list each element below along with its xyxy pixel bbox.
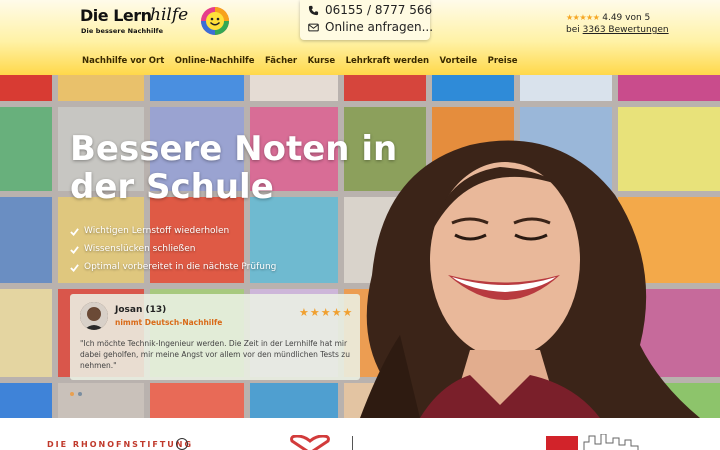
benefit-label: Wissenslücken schließen (84, 244, 196, 254)
inquiry-link[interactable]: Online anfragen... (308, 20, 433, 34)
nav-item-faecher[interactable]: Fächer (265, 56, 297, 66)
nav-item-nachhilfe-vor-ort[interactable]: Nachhilfe vor Ort (82, 56, 164, 66)
phone-link[interactable]: 06155 / 8777 566 (308, 3, 432, 17)
nav-item-online-nachhilfe[interactable]: Online-Nachhilfe (175, 56, 255, 66)
check-icon (70, 263, 79, 272)
slider-dot-active[interactable] (70, 392, 74, 396)
benefit-item: Optimal vorbereitet in die nächste Prüfu… (70, 258, 276, 276)
nav-item-preise[interactable]: Preise (488, 56, 518, 66)
benefit-item: Wissenslücken schließen (70, 240, 276, 258)
partner-strip: DIE RHONOFNSTIFTUNG (0, 418, 720, 450)
reviews-link[interactable]: 3363 Bewertungen (583, 25, 669, 35)
caritas-logo-icon (546, 436, 578, 450)
city-skyline-icon (583, 434, 639, 450)
nav-item-lehrkraft-werden[interactable]: Lehrkraft werden (346, 56, 429, 66)
hero-banner: Bessere Noten in der Schule Wichtigen Le… (0, 75, 720, 418)
nav-item-kurse[interactable]: Kurse (308, 56, 336, 66)
slider-dot[interactable] (78, 392, 82, 396)
rating-prefix: bei (566, 25, 580, 35)
contact-box: 06155 / 8777 566 Online anfragen... (300, 0, 433, 40)
heart-logo-icon (290, 435, 330, 450)
rating-widget: ★★★★★ 4.49 von 5 bei 3363 Bewertungen (566, 12, 669, 36)
site-header: Die Lern hilfe Die bessere Nachhilfe 061… (0, 0, 720, 75)
phone-icon (308, 5, 319, 15)
benefit-item: Wichtigen Lernstoff wiederholen (70, 222, 276, 240)
phone-number: 06155 / 8777 566 (325, 3, 433, 17)
testimonial-card: Josan (13) nimmt Deutsch-Nachhilfe ★★★★★… (70, 294, 360, 380)
testimonial-name: Josan (13) (115, 305, 167, 315)
logo[interactable]: Die Lern hilfe Die bessere Nachhilfe (80, 5, 235, 38)
hero-title: Bessere Noten in der Schule (70, 129, 398, 207)
main-nav: Nachhilfe vor Ort Online-Nachhilfe Fäche… (82, 56, 528, 66)
check-icon (70, 245, 79, 254)
benefit-label: Wichtigen Lernstoff wiederholen (84, 226, 230, 236)
check-icon (70, 227, 79, 236)
logo-script-text: hilfe (150, 5, 189, 25)
press-logo-text: DIE RHONOFNSTIFTUNG (47, 440, 194, 449)
hero-benefit-list: Wichtigen Lernstoff wiederholen Wissensl… (70, 222, 276, 276)
rating-stars-icon: ★★★★★ (566, 13, 600, 22)
logo-tagline: Die bessere Nachhilfe (81, 27, 164, 35)
divider (352, 436, 353, 450)
testimonial-subject: nimmt Deutsch-Nachhilfe (115, 318, 223, 327)
slider-pagination (70, 392, 82, 396)
rating-value: 4.49 von 5 (602, 13, 651, 23)
inquiry-label: Online anfragen... (325, 20, 434, 34)
testimonial-stars-icon: ★★★★★ (299, 306, 354, 319)
nav-item-vorteile[interactable]: Vorteile (440, 56, 478, 66)
smiley-logo-icon (201, 7, 229, 35)
envelope-icon (308, 23, 319, 31)
play-icon[interactable] (176, 438, 188, 450)
avatar (80, 302, 108, 330)
logo-text: Die Lern (80, 6, 152, 25)
benefit-label: Optimal vorbereitet in die nächste Prüfu… (84, 262, 277, 272)
testimonial-quote: "Ich möchte Technik-Ingenieur werden. Di… (80, 339, 350, 370)
